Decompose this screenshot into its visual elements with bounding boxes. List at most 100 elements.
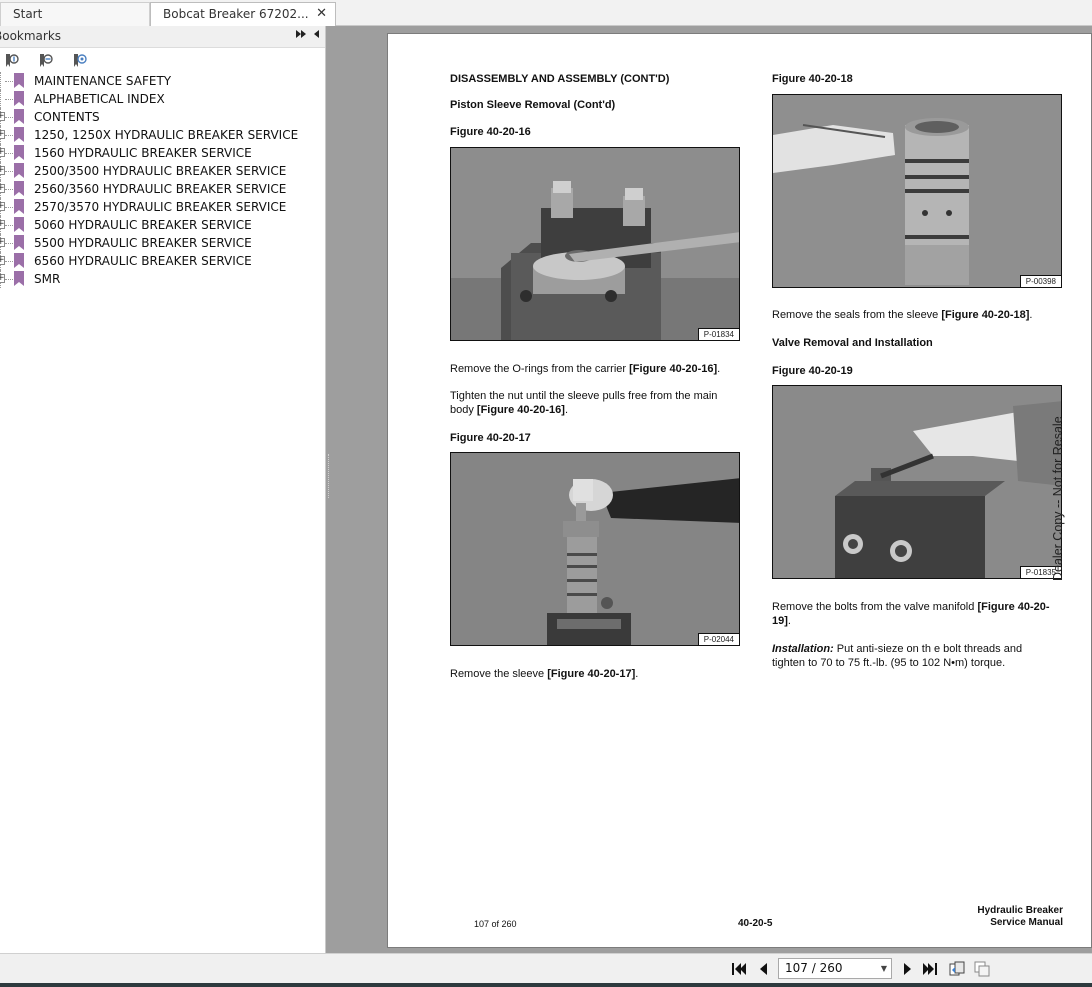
bookmark-icon — [14, 127, 24, 142]
figure-16-title: Figure 40-20-16 — [450, 126, 531, 138]
footer-manual-title-line1: Hydraulic Breaker — [977, 905, 1063, 916]
bookmark-icon — [14, 163, 24, 178]
bookmark-icon — [14, 199, 24, 214]
tab-start[interactable]: Start — [0, 2, 150, 26]
bookmark-label: ALPHABETICAL INDEX — [34, 92, 165, 106]
figure-19-photo: P-01835 — [772, 385, 1062, 579]
figure-16-code: P-01834 — [697, 328, 739, 340]
bookmark-icon — [14, 91, 24, 106]
bookmarks-title: Bookmarks — [0, 29, 62, 43]
bookmarks-panel: Bookmarks MAINTENANCE SAFETY ALPHABETICAL… — [0, 26, 326, 953]
bookmark-label: 2560/3560 HYDRAULIC BREAKER SERVICE — [34, 182, 287, 196]
document-viewer[interactable]: DISASSEMBLY AND ASSEMBLY (CONT'D) Piston… — [332, 26, 1092, 953]
pdf-page: DISASSEMBLY AND ASSEMBLY (CONT'D) Piston… — [387, 33, 1092, 948]
page-number-field[interactable]: 107 / 260 ▼ — [778, 958, 892, 979]
footer-manual-title-line2: Service Manual — [990, 917, 1063, 928]
section-heading: DISASSEMBLY AND ASSEMBLY (CONT'D) — [450, 73, 670, 85]
chevron-down-icon[interactable]: ▼ — [881, 959, 887, 978]
bookmark-icon — [14, 217, 24, 232]
expand-icon[interactable]: + — [0, 274, 5, 283]
bookmark-item[interactable]: +1560 HYDRAULIC BREAKER SERVICE — [0, 144, 325, 162]
bookmark-label: 6560 HYDRAULIC BREAKER SERVICE — [34, 254, 252, 268]
dealer-watermark: Dealer Copy -- Not for Resale — [1048, 404, 1068, 584]
previous-page-icon[interactable] — [756, 961, 772, 977]
bookmark-find-icon[interactable] — [72, 53, 88, 68]
bookmark-label: 2570/3570 HYDRAULIC BREAKER SERVICE — [34, 200, 287, 214]
bookmark-item[interactable]: +5500 HYDRAULIC BREAKER SERVICE — [0, 234, 325, 252]
tab-start-label: Start — [13, 7, 43, 21]
figure-18-photo: P-00398 — [772, 94, 1062, 288]
expand-icon[interactable]: + — [0, 148, 5, 157]
bookmark-item[interactable]: +2500/3500 HYDRAULIC BREAKER SERVICE — [0, 162, 325, 180]
expand-icon[interactable]: + — [0, 112, 5, 121]
tab-document[interactable]: Bobcat Breaker 67202... ✕ — [150, 2, 336, 26]
bookmark-collapse-icon[interactable] — [38, 53, 54, 68]
expand-icon[interactable]: + — [0, 220, 5, 229]
bookmark-item[interactable]: +5060 HYDRAULIC BREAKER SERVICE — [0, 216, 325, 234]
bookmark-icon — [14, 145, 24, 160]
pin-panel-icon[interactable] — [313, 29, 319, 42]
view-mode-icon[interactable] — [974, 961, 990, 977]
bookmark-item[interactable]: +2560/3560 HYDRAULIC BREAKER SERVICE — [0, 180, 325, 198]
bookmark-label: 5060 HYDRAULIC BREAKER SERVICE — [34, 218, 252, 232]
figure-17-photo: P-02044 — [450, 452, 740, 646]
bookmark-item[interactable]: +1250, 1250X HYDRAULIC BREAKER SERVICE — [0, 126, 325, 144]
bookmark-item[interactable]: +6560 HYDRAULIC BREAKER SERVICE — [0, 252, 325, 270]
bookmark-icon — [14, 235, 24, 250]
paragraph-orings: Remove the O-rings from the carrier [Fig… — [450, 363, 721, 375]
bookmark-icon — [14, 109, 24, 124]
installation-line1: Put anti-sieze on th e bolt threads and — [833, 643, 1023, 655]
page-layout-icon[interactable] — [949, 961, 965, 977]
figure-18-title: Figure 40-20-18 — [772, 73, 853, 85]
tree-guide-line — [0, 72, 1, 90]
last-page-icon[interactable] — [922, 961, 938, 977]
expand-icon[interactable]: + — [0, 256, 5, 265]
paragraph-tighten-line2: body — [450, 404, 477, 416]
bookmark-item[interactable]: +2570/3570 HYDRAULIC BREAKER SERVICE — [0, 198, 325, 216]
expand-icon[interactable]: + — [0, 130, 5, 139]
expand-icon[interactable]: + — [0, 184, 5, 193]
paragraph-remove-bolts: Remove the bolts from the valve manifold… — [772, 601, 1050, 627]
bookmark-item[interactable]: + SMR — [0, 270, 325, 288]
installation-label: Installation: — [772, 643, 834, 655]
bookmark-tree: MAINTENANCE SAFETY ALPHABETICAL INDEX + CON… — [0, 72, 325, 288]
figure-19-title: Figure 40-20-19 — [772, 365, 853, 377]
bookmarks-header: Bookmarks — [0, 26, 325, 48]
paragraph-remove-seals-text: Remove the seals from the sleeve — [772, 309, 942, 321]
bookmark-label: 1560 HYDRAULIC BREAKER SERVICE — [34, 146, 252, 160]
paragraph-installation: Installation: Put anti-sieze on th e bol… — [772, 642, 1064, 670]
first-page-icon[interactable] — [731, 961, 747, 977]
tree-guide-line — [0, 90, 1, 108]
bookmark-label: CONTENTS — [34, 110, 100, 124]
bookmark-icon — [14, 271, 24, 286]
next-page-icon[interactable] — [899, 961, 915, 977]
paragraph-remove-bolts-ref2: 19] — [772, 615, 788, 627]
paragraph-remove-seals: Remove the seals from the sleeve [Figure… — [772, 309, 1033, 321]
collapse-panel-icon[interactable] — [296, 29, 306, 42]
bookmark-label: 2500/3500 HYDRAULIC BREAKER SERVICE — [34, 164, 287, 178]
paragraph-tighten-line1: Tighten the nut until the sleeve pulls f… — [450, 390, 718, 402]
splitter-grip[interactable] — [328, 454, 330, 498]
paragraph-tighten-ref: [Figure 40-20-16] — [476, 404, 565, 416]
paragraph-remove-bolts-text: Remove the bolts from the valve manifold — [772, 601, 978, 613]
bookmark-item[interactable]: + CONTENTS — [0, 108, 325, 126]
bookmark-expand-icon[interactable] — [4, 53, 20, 68]
paragraph-remove-sleeve-ref: [Figure 40-20-17] — [547, 668, 636, 680]
bookmark-label: MAINTENANCE SAFETY — [34, 74, 172, 88]
bookmark-label: SMR — [34, 272, 61, 286]
watermark-text: Dealer Copy -- Not for Resale — [1051, 416, 1065, 581]
paragraph-orings-ref: [Figure 40-20-16] — [629, 363, 718, 375]
figure-16-photo: P-01834 — [450, 147, 740, 341]
bookmark-icon — [14, 73, 24, 88]
bookmark-item[interactable]: ALPHABETICAL INDEX — [0, 90, 325, 108]
expand-icon[interactable]: + — [0, 238, 5, 247]
installation-line2: tighten to 70 to 75 ft.-lb. (95 to 102 N… — [772, 657, 1006, 669]
paragraph-remove-seals-ref: [Figure 40-20-18] — [941, 309, 1030, 321]
expand-icon[interactable]: + — [0, 166, 5, 175]
close-icon[interactable]: ✕ — [316, 3, 327, 25]
figure-17-title: Figure 40-20-17 — [450, 432, 531, 444]
tab-document-label: Bobcat Breaker 67202... — [163, 7, 309, 21]
expand-icon[interactable]: + — [0, 202, 5, 211]
bookmark-item[interactable]: MAINTENANCE SAFETY — [0, 72, 325, 90]
paragraph-orings-text: Remove the O-rings from the carrier — [450, 363, 630, 375]
